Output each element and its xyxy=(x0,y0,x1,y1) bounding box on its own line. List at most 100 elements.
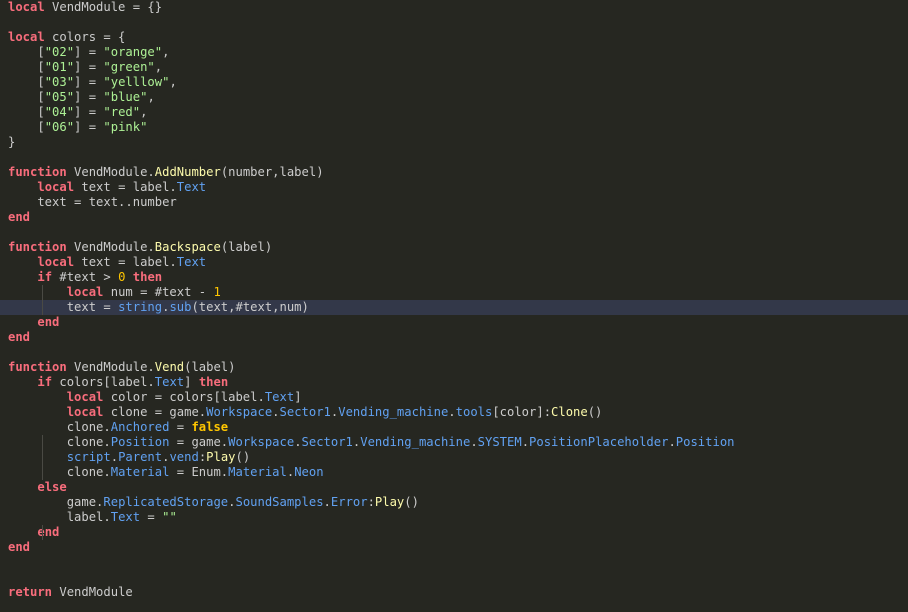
code-line[interactable]: local text = label.Text xyxy=(0,180,908,195)
code-token: color = colors[label. xyxy=(103,390,265,404)
code-line[interactable]: function VendModule.Backspace(label) xyxy=(0,240,908,255)
code-token: 1 xyxy=(213,285,221,299)
code-line[interactable]: label.Text = "" xyxy=(0,510,908,525)
code-token: function xyxy=(8,360,67,374)
code-token: local xyxy=(66,390,104,404)
code-token: [ xyxy=(8,60,45,74)
code-token: Play xyxy=(206,450,236,464)
code-token: ] = xyxy=(74,75,104,89)
code-line[interactable] xyxy=(0,570,908,585)
code-line[interactable]: ["06"] = "pink" xyxy=(0,120,908,135)
code-token: Text xyxy=(176,180,207,194)
code-token: end xyxy=(8,540,31,554)
code-token: , xyxy=(154,60,163,74)
code-line[interactable]: end xyxy=(0,540,908,555)
code-token: "06" xyxy=(44,120,75,134)
code-token: . xyxy=(470,435,478,449)
code-line[interactable]: ["03"] = "yelllow", xyxy=(0,75,908,90)
code-line[interactable] xyxy=(0,345,908,360)
indent-guide xyxy=(41,300,43,315)
code-token: . xyxy=(272,405,280,419)
code-token: Position xyxy=(110,435,170,449)
code-token: Sector1 xyxy=(301,435,353,449)
code-line[interactable]: local num = #text - 1 xyxy=(0,285,908,300)
code-line[interactable] xyxy=(0,150,908,165)
code-token: (label) xyxy=(184,360,236,374)
code-line[interactable]: clone.Material = Enum.Material.Neon xyxy=(0,465,908,480)
code-token: ] xyxy=(294,390,302,404)
code-line[interactable]: end xyxy=(0,315,908,330)
code-token: = game. xyxy=(169,435,229,449)
code-token: local xyxy=(37,255,75,269)
code-token: () xyxy=(587,405,603,419)
code-line[interactable]: ["05"] = "blue", xyxy=(0,90,908,105)
code-token: SYSTEM xyxy=(477,435,522,449)
code-token: "04" xyxy=(44,105,75,119)
code-token: Material xyxy=(110,465,170,479)
code-line[interactable]: function VendModule.AddNumber(number,lab… xyxy=(0,165,908,180)
code-token: "pink" xyxy=(103,120,148,134)
code-line[interactable]: end xyxy=(0,210,908,225)
code-token: PositionPlaceholder xyxy=(529,435,669,449)
code-token: ] = xyxy=(74,90,104,104)
code-token: VendModule. xyxy=(66,240,155,254)
code-line[interactable]: local clone = game.Workspace.Sector1.Ven… xyxy=(0,405,908,420)
code-token: = Enum. xyxy=(169,465,229,479)
code-token: text = label. xyxy=(74,180,177,194)
code-line[interactable]: local colors = { xyxy=(0,30,908,45)
code-line[interactable]: game.ReplicatedStorage.SoundSamples.Erro… xyxy=(0,495,908,510)
code-line[interactable]: text = text..number xyxy=(0,195,908,210)
code-line[interactable]: ["02"] = "orange", xyxy=(0,45,908,60)
code-token: "05" xyxy=(44,90,75,104)
code-token: , xyxy=(140,105,148,119)
code-line[interactable]: if #text > 0 then xyxy=(0,270,908,285)
code-token: "blue" xyxy=(103,90,148,104)
code-token: else xyxy=(37,480,67,494)
code-line[interactable]: ["04"] = "red", xyxy=(0,105,908,120)
code-token: VendModule. xyxy=(66,165,155,179)
code-token: clone. xyxy=(8,465,111,479)
code-token: ] = xyxy=(74,45,104,59)
code-token: Backspace xyxy=(154,240,221,254)
code-token: ReplicatedStorage xyxy=(103,495,229,509)
code-line[interactable]: local color = colors[label.Text] xyxy=(0,390,908,405)
code-token: () xyxy=(235,450,251,464)
code-line[interactable]: script.Parent.vend:Play() xyxy=(0,450,908,465)
code-token: "green" xyxy=(103,60,155,74)
code-token: if xyxy=(37,375,53,389)
code-line[interactable]: local VendModule = {} xyxy=(0,0,908,15)
code-token: } xyxy=(8,135,16,149)
code-line[interactable]: clone.Anchored = false xyxy=(0,420,908,435)
code-line[interactable]: function VendModule.Vend(label) xyxy=(0,360,908,375)
code-line[interactable]: clone.Position = game.Workspace.Sector1.… xyxy=(0,435,908,450)
code-token: VendModule = {} xyxy=(44,0,163,14)
code-line[interactable] xyxy=(0,225,908,240)
code-token: script xyxy=(66,450,111,464)
code-token: Text xyxy=(154,375,185,389)
code-editor[interactable]: local VendModule = {} local colors = { ["… xyxy=(0,0,908,612)
code-line[interactable]: end xyxy=(0,330,908,345)
code-token: "02" xyxy=(44,45,75,59)
code-line[interactable]: end xyxy=(0,525,908,540)
code-line[interactable]: return VendModule xyxy=(0,585,908,600)
code-line[interactable] xyxy=(0,555,908,570)
code-token: VendModule. xyxy=(66,360,155,374)
code-token: Vending_machine xyxy=(360,435,471,449)
code-token: local xyxy=(8,30,45,44)
code-line[interactable] xyxy=(0,15,908,30)
code-token: label. xyxy=(8,510,111,524)
code-token: Vend xyxy=(154,360,185,374)
code-line[interactable]: local text = label.Text xyxy=(0,255,908,270)
code-line[interactable]: } xyxy=(0,135,908,150)
code-line[interactable]: if colors[label.Text] then xyxy=(0,375,908,390)
code-token: Clone xyxy=(551,405,588,419)
code-line[interactable]: else xyxy=(0,480,908,495)
code-line-current[interactable]: text = string.sub(text,#text,num) xyxy=(0,300,908,315)
code-line[interactable]: ["01"] = "green", xyxy=(0,60,908,75)
